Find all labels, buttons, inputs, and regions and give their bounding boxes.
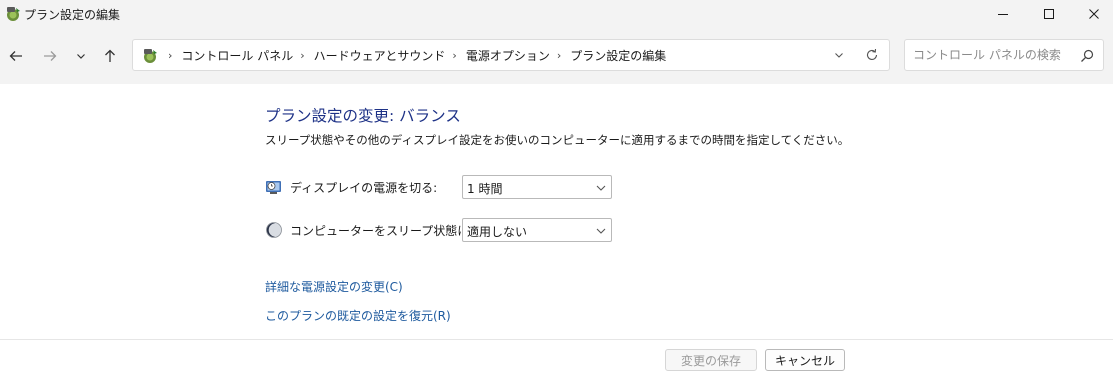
save-changes-button[interactable]: 変更の保存 [665, 349, 757, 371]
window-title: プラン設定の編集 [24, 8, 121, 22]
power-options-icon [141, 47, 159, 65]
cancel-button[interactable]: キャンセル [765, 349, 845, 371]
address-bar[interactable]: › コントロール パネル › ハードウェアとサウンド › 電源オプション › プ… [132, 39, 890, 71]
close-button[interactable] [1071, 0, 1113, 28]
arrow-left-icon [9, 51, 22, 61]
breadcrumb-separator[interactable]: › [300, 49, 304, 62]
breadcrumb-item-edit-plan[interactable]: プラン設定の編集 [570, 47, 666, 64]
search-input[interactable] [913, 46, 1073, 64]
breadcrumb-item-power-options[interactable]: 電源オプション [466, 47, 550, 64]
restore-defaults-link[interactable]: このプランの既定の設定を復元(R) [265, 307, 451, 324]
refresh-button[interactable] [863, 46, 881, 64]
address-history-button[interactable] [831, 47, 847, 63]
moon-sleep-icon [265, 221, 283, 239]
chevron-down-icon [835, 53, 843, 58]
navigation-bar: › コントロール パネル › ハードウェアとサウンド › 電源オプション › プ… [0, 28, 1113, 84]
up-button[interactable] [98, 44, 122, 68]
page-title: プラン設定の変更: バランス [265, 107, 461, 125]
chevron-down-icon [596, 185, 606, 191]
search-box[interactable] [904, 39, 1104, 71]
page-description: スリープ状態やその他のディスプレイ設定をお使いのコンピューターに適用するまでの時… [265, 133, 850, 147]
breadcrumb-separator[interactable]: › [557, 49, 561, 62]
display-off-value: 1 時間 [467, 182, 503, 196]
arrow-up-icon [105, 49, 115, 62]
power-options-icon [4, 5, 22, 23]
refresh-icon [866, 48, 878, 60]
breadcrumb-item-hardware-sound[interactable]: ハードウェアとサウンド [314, 47, 446, 64]
recent-locations-button[interactable] [69, 44, 93, 68]
breadcrumb-item-control-panel[interactable]: コントロール パネル [181, 47, 293, 64]
search-icon[interactable] [1079, 48, 1095, 64]
back-button[interactable] [4, 44, 28, 68]
display-off-select[interactable]: 1 時間 [462, 175, 612, 199]
advanced-power-settings-link[interactable]: 詳細な電源設定の変更(C) [265, 278, 403, 295]
breadcrumb: › コントロール パネル › ハードウェアとサウンド › 電源オプション › プ… [161, 40, 666, 70]
display-off-label: ディスプレイの電源を切る: [290, 181, 438, 195]
chevron-down-icon [596, 228, 606, 234]
arrow-right-icon [44, 51, 57, 61]
sleep-select[interactable]: 適用しない [462, 218, 612, 242]
breadcrumb-separator[interactable]: › [452, 49, 456, 62]
forward-button[interactable] [38, 44, 62, 68]
breadcrumb-separator: › [168, 48, 173, 62]
minimize-button[interactable] [980, 0, 1026, 28]
maximize-button[interactable] [1026, 0, 1072, 28]
chevron-down-icon [77, 54, 85, 59]
title-bar: プラン設定の編集 [0, 0, 1113, 28]
sleep-value: 適用しない [467, 225, 528, 239]
footer-divider [0, 339, 1113, 340]
display-clock-icon [265, 178, 283, 196]
